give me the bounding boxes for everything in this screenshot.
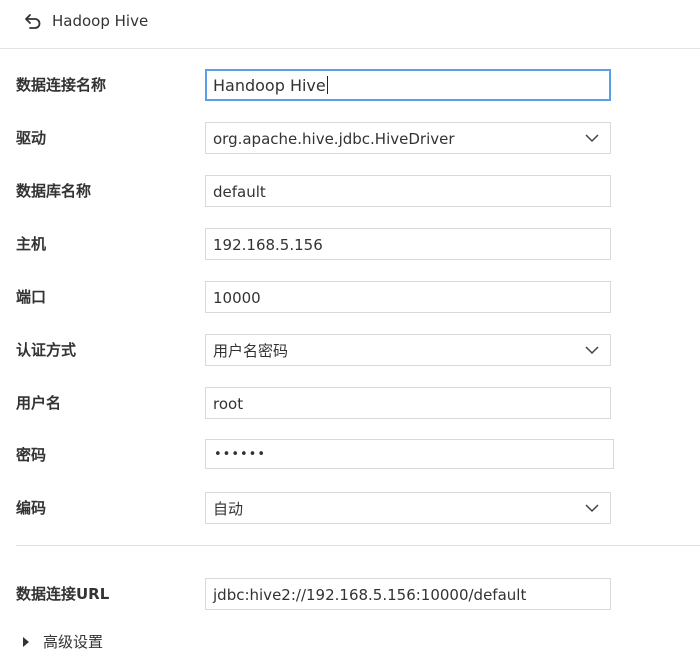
username-value: root [213,395,244,413]
auth-method-select[interactable]: 用户名密码 [205,334,611,366]
connection-settings-page: Hadoop Hive 数据连接名称 Handoop Hive 驱动 org.a… [0,0,700,661]
database-name-row: 数据库名称 default [0,175,700,207]
connection-name-input[interactable]: Handoop Hive [205,69,611,101]
url-value: jdbc:hive2://192.168.5.156:10000/default [213,586,527,604]
driver-row: 驱动 org.apache.hive.jdbc.HiveDriver [0,122,700,154]
password-row: 密码 •••••• [0,439,700,471]
auth-method-value: 用户名密码 [213,342,289,360]
advanced-settings-label: 高级设置 [43,633,104,651]
connection-name-value: Handoop Hive [213,76,326,95]
auth-method-label: 认证方式 [16,341,77,359]
url-row: 数据连接URL jdbc:hive2://192.168.5.156:10000… [0,578,700,610]
database-name-label: 数据库名称 [16,182,92,200]
section-divider [16,545,700,546]
encoding-select[interactable]: 自动 [205,492,611,524]
driver-select[interactable]: org.apache.hive.jdbc.HiveDriver [205,122,611,154]
page-title: Hadoop Hive [52,12,149,30]
host-label: 主机 [16,235,47,253]
password-input[interactable]: •••••• [205,439,614,469]
port-row: 端口 10000 [0,281,700,313]
url-label: 数据连接URL [16,585,110,603]
chevron-down-icon[interactable] [584,132,600,144]
host-row: 主机 192.168.5.156 [0,228,700,260]
host-value: 192.168.5.156 [213,236,323,254]
username-row: 用户名 root [0,387,700,419]
url-input[interactable]: jdbc:hive2://192.168.5.156:10000/default [205,578,611,610]
database-name-value: default [213,183,266,201]
password-value: •••••• [214,447,267,462]
back-arrow-icon[interactable] [24,12,42,30]
username-input[interactable]: root [205,387,611,419]
text-caret [326,76,328,94]
encoding-row: 编码 自动 [0,492,700,524]
encoding-label: 编码 [16,499,47,517]
password-label: 密码 [16,446,47,464]
driver-value: org.apache.hive.jdbc.HiveDriver [213,130,455,148]
chevron-down-icon[interactable] [584,344,600,356]
port-value: 10000 [213,289,261,307]
port-label: 端口 [16,288,47,306]
connection-name-row: 数据连接名称 Handoop Hive [0,69,700,101]
page-header: Hadoop Hive [0,0,700,49]
port-input[interactable]: 10000 [205,281,611,313]
host-input[interactable]: 192.168.5.156 [205,228,611,260]
driver-label: 驱动 [16,129,47,147]
connection-name-label: 数据连接名称 [16,76,107,94]
encoding-value: 自动 [213,500,244,518]
username-label: 用户名 [16,394,62,412]
caret-right-icon [23,637,29,647]
auth-method-row: 认证方式 用户名密码 [0,334,700,366]
database-name-input[interactable]: default [205,175,611,207]
chevron-down-icon[interactable] [584,502,600,514]
